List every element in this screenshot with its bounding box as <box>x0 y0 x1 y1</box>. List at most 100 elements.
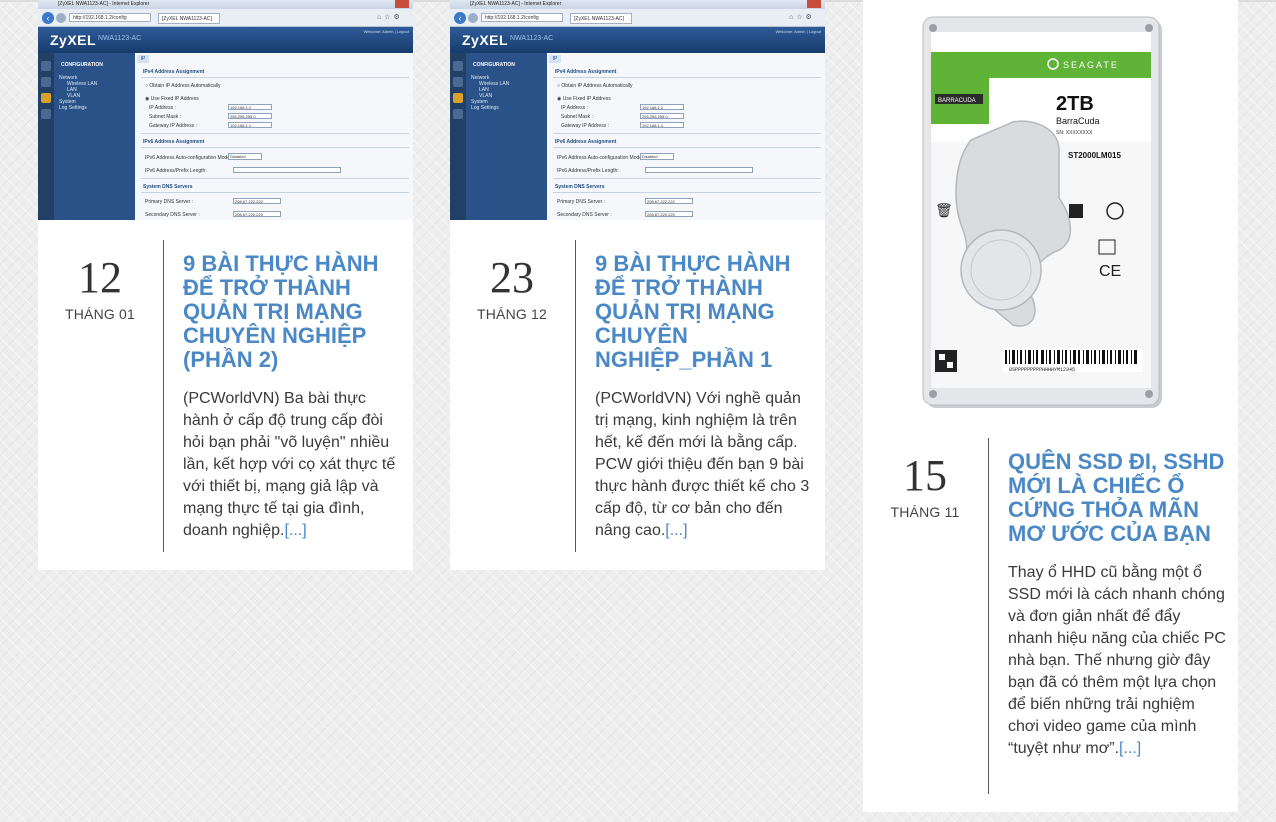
tab-ip: IP <box>137 55 149 63</box>
green-band-left <box>931 52 989 124</box>
post-month: THÁNG 01 <box>64 306 136 322</box>
post-body: 9 BÀI THỰC HÀNH ĐỂ TRỞ THÀNH QUẢN TRỊ MẠ… <box>183 252 401 542</box>
post-excerpt-text: (PCWorldVN) Với nghề quản trị mạng, kinh… <box>595 390 810 539</box>
serial-text: SN: XXXXXXXX <box>1056 130 1093 136</box>
configuration-heading: CONFIGURATION <box>61 62 103 68</box>
dashboard-icon <box>453 61 463 71</box>
browser-tab: [ZyXEL NWA1123-AC] <box>158 13 220 24</box>
post-date: 15 THÁNG 11 <box>863 452 987 521</box>
browser-addressbar: ‹ http://192.168.1.2/config [ZyXEL NWA11… <box>450 9 825 27</box>
post-thumbnail[interactable]: SEAGATE BARRACUDA 2TB BarraCuda SN: XXXX… <box>863 0 1238 420</box>
zyxel-header: ZyXEL NWA1123-AC Welcome: Admin | Logout <box>38 27 413 53</box>
divider <box>553 147 821 148</box>
divider <box>553 178 821 179</box>
post-date: 23 THÁNG 12 <box>450 253 574 323</box>
router-config-screenshot: [ZyXEL NWA1123-AC] - Internet Explorer ‹… <box>450 0 825 220</box>
ip-field: 192.168.1.2 <box>640 104 684 110</box>
ipv6-section-title: IPv6 Address Assignment <box>143 139 205 145</box>
read-more-link[interactable]: [...] <box>284 522 306 539</box>
browser-tools-icon: ⌂☆⚙ <box>789 14 815 21</box>
post-thumbnail[interactable]: [ZyXEL NWA1123-AC] - Internet Explorer ‹… <box>38 0 413 220</box>
device-model: NWA1123-AC <box>510 35 554 42</box>
post-day: 23 <box>490 253 534 302</box>
ip-field: 192.168.1.2 <box>228 104 272 110</box>
post-title-link[interactable]: QUÊN SSD ĐI, SSHD MỚI LÀ CHIẾC Ổ CỨNG TH… <box>1008 450 1226 546</box>
mask-field: 255.255.255.0 <box>640 113 684 119</box>
qr-code-icon <box>935 350 957 372</box>
dns2-field: 208.67.220.220 <box>233 211 281 217</box>
maintenance-icon <box>41 109 51 119</box>
divider <box>553 192 821 193</box>
monitor-icon <box>453 77 463 87</box>
dns2-label: Secondary DNS Server : <box>145 212 200 218</box>
browser-tools-icon: ⌂☆⚙ <box>377 14 403 21</box>
post-excerpt: (PCWorldVN) Với nghề quản trị mạng, kinh… <box>595 388 813 542</box>
date-divider <box>988 438 989 794</box>
divider <box>141 147 409 148</box>
spindle-cover <box>960 229 1042 311</box>
post-card: SEAGATE BARRACUDA 2TB BarraCuda SN: XXXX… <box>863 0 1238 812</box>
ip-label: IP Address : <box>149 105 176 111</box>
monitor-icon <box>41 77 51 87</box>
hard-drive-image: SEAGATE BARRACUDA 2TB BarraCuda SN: XXXX… <box>863 0 1238 420</box>
zyxel-logo: ZyXEL <box>50 32 97 48</box>
dashboard-icon <box>41 61 51 71</box>
icon-rail <box>38 53 54 220</box>
mask-label: Subnet Mask : <box>149 114 181 120</box>
back-arrow-icon: ‹ <box>454 12 466 24</box>
obtain-auto-option: ○ Obtain IP Address Automatically <box>557 83 633 89</box>
config-panel: IP IPv4 Address Assignment ○ Obtain IP A… <box>547 53 825 220</box>
divider <box>141 178 409 179</box>
menu-log-settings: Log Settings <box>471 105 499 111</box>
menu-log-settings: Log Settings <box>59 105 87 111</box>
brand-text: SEAGATE <box>1063 60 1119 70</box>
obtain-auto-label: Obtain IP Address Automatically <box>561 83 633 89</box>
ipv4-section-title: IPv4 Address Assignment <box>555 69 617 75</box>
ipv6-prefix-label: IPv6 Address/Prefix Length: <box>557 168 619 174</box>
post-month: THÁNG 12 <box>476 306 548 322</box>
ipv6-mode-label: IPv6 Address Auto-configuration Mode: <box>557 155 644 161</box>
browser-addressbar: ‹ http://192.168.1.2/config [ZyXEL NWA11… <box>38 9 413 27</box>
ce-mark-icon: CE <box>1099 263 1121 280</box>
dns1-label: Primary DNS Server : <box>557 199 606 205</box>
post-month: THÁNG 11 <box>890 504 960 520</box>
divider <box>141 192 409 193</box>
config-sidebar: CONFIGURATION Network Wireless LAN LAN V… <box>450 53 547 220</box>
screw-icon <box>929 390 937 398</box>
post-excerpt-text: (PCWorldVN) Ba bài thực hành ở cấp độ tr… <box>183 390 396 539</box>
ipv6-mode-select: Disabled <box>228 153 262 160</box>
welcome-text: Welcome: Admin | Logout <box>363 29 409 34</box>
tab-ip: IP <box>549 55 561 63</box>
dns1-label: Primary DNS Server : <box>145 199 194 205</box>
read-more-link[interactable]: [...] <box>665 522 687 539</box>
date-divider <box>575 240 576 552</box>
post-thumbnail[interactable]: [ZyXEL NWA1123-AC] - Internet Explorer ‹… <box>450 0 825 220</box>
forward-arrow-icon <box>468 13 478 23</box>
screw-icon <box>929 24 937 32</box>
mask-field: 255.255.255.0 <box>228 113 272 119</box>
obtain-auto-label: Obtain IP Address Automatically <box>149 83 221 89</box>
post-day: 12 <box>78 253 122 302</box>
gateway-label: Gateway IP Address : <box>149 123 197 129</box>
use-fixed-label: Use Fixed IP Address <box>562 96 611 102</box>
config-panel: IP IPv4 Address Assignment ○ Obtain IP A… <box>135 53 413 220</box>
post-title-link[interactable]: 9 BÀI THỰC HÀNH ĐỂ TRỞ THÀNH QUẢN TRỊ MẠ… <box>183 252 401 372</box>
browser-title: [ZyXEL NWA1123-AC] - Internet Explorer <box>58 1 150 7</box>
ip-label: IP Address : <box>561 105 588 111</box>
configuration-heading: CONFIGURATION <box>473 62 515 68</box>
cert-mark-icon <box>1069 204 1083 218</box>
router-config-screenshot: [ZyXEL NWA1123-AC] - Internet Explorer ‹… <box>38 0 413 220</box>
config-menu: Network Wireless LAN LAN VLAN System Log… <box>471 75 509 111</box>
post-excerpt-text: Thay ổ HHD cũ bằng một ổ SSD mới là cách… <box>1008 564 1226 757</box>
post-title-link[interactable]: 9 BÀI THỰC HÀNH ĐỂ TRỞ THÀNH QUẢN TRỊ MẠ… <box>595 252 813 372</box>
qr-code-cell <box>939 354 945 360</box>
dns-section-title: System DNS Servers <box>143 184 193 190</box>
close-icon <box>395 0 409 8</box>
series-text: BarraCuda <box>1056 116 1100 126</box>
dns1-field: 208.67.222.222 <box>645 198 693 204</box>
ipv6-mode-select: Disabled <box>640 153 674 160</box>
mask-label: Subnet Mask : <box>561 114 593 120</box>
url-field: http://192.168.1.2/config <box>69 13 151 22</box>
divider <box>141 133 409 134</box>
read-more-link[interactable]: [...] <box>1119 740 1141 757</box>
